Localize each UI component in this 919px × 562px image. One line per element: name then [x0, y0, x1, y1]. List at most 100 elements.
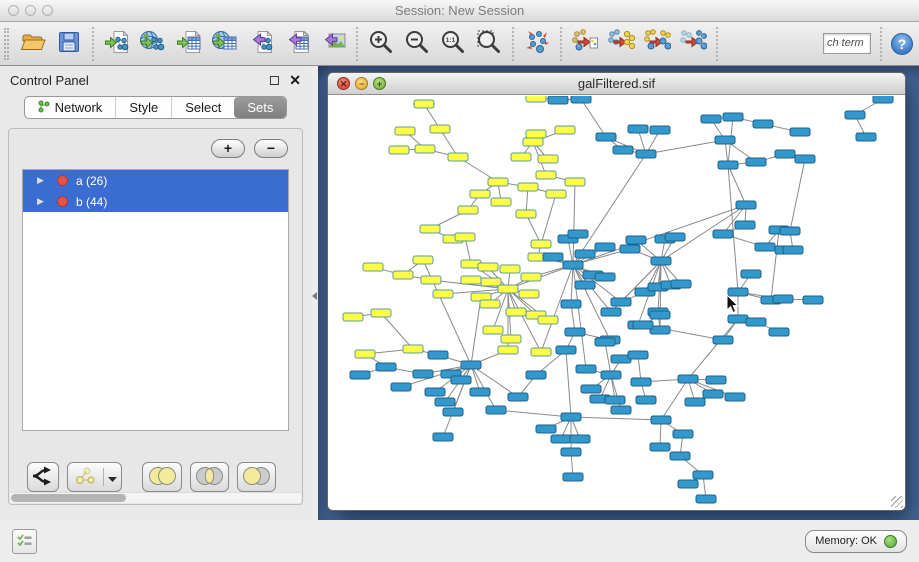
network-node[interactable] [783, 246, 803, 254]
task-history-button[interactable] [12, 529, 37, 554]
network-node[interactable] [725, 393, 745, 401]
network-node[interactable] [581, 385, 601, 393]
disclosure-triangle-icon[interactable]: ▶ [37, 175, 47, 186]
network-node[interactable] [565, 328, 585, 336]
network-node[interactable] [620, 245, 640, 253]
network-node[interactable] [651, 257, 671, 265]
add-set-button[interactable]: + [211, 139, 245, 158]
network-node[interactable] [551, 435, 571, 443]
network-node[interactable] [455, 233, 475, 241]
network-node[interactable] [596, 133, 616, 141]
network-node[interactable] [790, 128, 810, 136]
network-node[interactable] [480, 300, 500, 308]
network-node[interactable] [741, 270, 761, 278]
network-node[interactable] [518, 183, 538, 191]
export-selected-network-button[interactable] [567, 26, 603, 62]
network-node[interactable] [526, 130, 546, 138]
network-node[interactable] [561, 413, 581, 421]
split-set-button[interactable] [27, 462, 59, 492]
network-node[interactable] [568, 230, 588, 238]
network-node[interactable] [486, 406, 506, 414]
toolbar-drag-handle[interactable] [4, 28, 9, 60]
network-node[interactable] [570, 435, 590, 443]
network-node[interactable] [795, 155, 815, 163]
export-network-button[interactable] [243, 26, 279, 62]
network-node[interactable] [561, 300, 581, 308]
network-node[interactable] [673, 430, 693, 438]
network-node[interactable] [519, 290, 539, 298]
network-node[interactable] [845, 111, 865, 119]
network-node[interactable] [555, 126, 575, 134]
network-node[interactable] [755, 243, 775, 251]
network-node[interactable] [571, 96, 591, 103]
network-node[interactable] [613, 146, 633, 154]
network-node[interactable] [803, 296, 823, 304]
network-node[interactable] [706, 376, 726, 384]
network-node[interactable] [371, 309, 391, 317]
extend-selection-button[interactable] [639, 26, 675, 62]
network-node[interactable] [696, 495, 716, 503]
network-node[interactable] [665, 233, 685, 241]
network-node[interactable] [631, 378, 651, 386]
import-network-url-button[interactable] [135, 26, 171, 62]
network-node[interactable] [628, 351, 648, 359]
network-node[interactable] [413, 256, 433, 264]
network-node[interactable] [433, 433, 453, 441]
tab-network[interactable]: Network [25, 97, 116, 118]
network-node[interactable] [478, 263, 498, 271]
network-node[interactable] [350, 371, 370, 379]
network-node[interactable] [685, 398, 705, 406]
network-node[interactable] [556, 346, 576, 354]
network-node[interactable] [435, 398, 455, 406]
network-node[interactable] [488, 178, 508, 186]
network-node[interactable] [701, 115, 721, 123]
network-node[interactable] [723, 113, 743, 121]
network-node[interactable] [678, 480, 698, 488]
tab-style[interactable]: Style [115, 97, 171, 118]
network-node[interactable] [508, 393, 528, 401]
maximize-network-icon[interactable]: + [373, 77, 386, 90]
network-node[interactable] [561, 448, 581, 456]
network-node[interactable] [420, 225, 440, 233]
scrollbar-thumb[interactable] [11, 494, 126, 502]
network-node[interactable] [713, 336, 733, 344]
network-node[interactable] [715, 136, 735, 144]
network-node[interactable] [595, 273, 615, 281]
network-node[interactable] [773, 295, 793, 303]
network-node[interactable] [753, 120, 773, 128]
network-node[interactable] [461, 276, 481, 284]
search-input[interactable]: ch term [823, 33, 871, 54]
sets-list[interactable]: ▶a (26)▶b (44) [22, 169, 289, 431]
network-node[interactable] [601, 371, 621, 379]
network-node[interactable] [873, 96, 893, 103]
network-node[interactable] [628, 125, 648, 133]
network-node[interactable] [389, 146, 409, 154]
network-node[interactable] [425, 388, 445, 396]
help-button[interactable]: ? [891, 33, 913, 55]
tab-sets[interactable]: Sets [234, 97, 286, 118]
network-node[interactable] [543, 253, 563, 261]
network-node[interactable] [746, 318, 766, 326]
network-node[interactable] [451, 376, 471, 384]
minimize-window-button[interactable] [25, 5, 36, 16]
network-node[interactable] [415, 145, 435, 153]
network-node[interactable] [736, 201, 756, 209]
network-node[interactable] [611, 406, 631, 414]
zoom-in-button[interactable] [363, 26, 399, 62]
network-node[interactable] [565, 178, 585, 186]
network-node[interactable] [498, 346, 518, 354]
network-node[interactable] [636, 396, 656, 404]
network-node[interactable] [856, 133, 876, 141]
network-node[interactable] [395, 127, 415, 135]
network-node[interactable] [595, 338, 615, 346]
zoom-out-button[interactable] [399, 26, 435, 62]
collapse-panel-icon[interactable] [312, 292, 317, 300]
disclosure-triangle-icon[interactable]: ▶ [37, 196, 47, 207]
network-canvas[interactable] [328, 96, 905, 510]
network-node[interactable] [728, 315, 748, 323]
network-node[interactable] [443, 408, 463, 416]
network-node[interactable] [538, 316, 558, 324]
network-node[interactable] [414, 100, 434, 108]
network-node[interactable] [531, 240, 551, 248]
network-node[interactable] [501, 335, 521, 343]
